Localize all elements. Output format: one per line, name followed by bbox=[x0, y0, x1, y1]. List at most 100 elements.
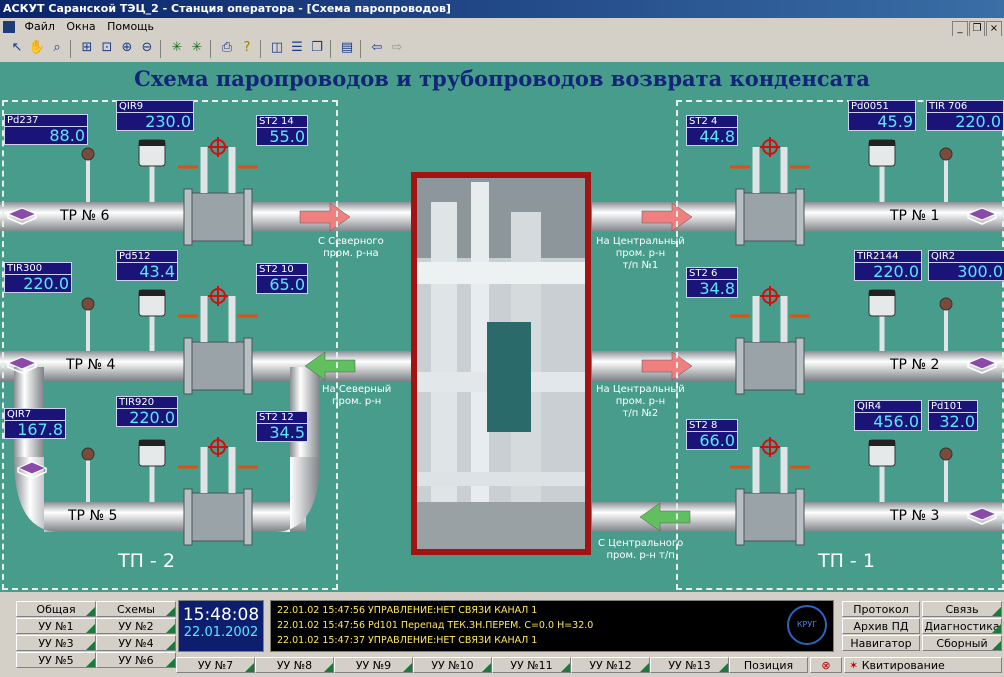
green-marker-icon bbox=[719, 663, 728, 672]
green-marker-icon bbox=[166, 624, 175, 633]
zoom-actual-icon[interactable]: ⊞ bbox=[78, 39, 96, 57]
zoom-out-icon[interactable]: ⊖ bbox=[138, 39, 156, 57]
sensor-value-tir706[interactable]: 220.0 bbox=[926, 112, 1004, 131]
tool-a-icon[interactable]: ✳ bbox=[168, 39, 186, 57]
green-marker-icon bbox=[86, 607, 95, 616]
uu-button-2[interactable]: УУ №8 bbox=[255, 657, 334, 673]
uu-button-6[interactable]: УУ №12 bbox=[571, 657, 650, 673]
uu-button-8[interactable]: Позиция bbox=[729, 657, 808, 673]
system-button-1[interactable]: Протокол bbox=[842, 601, 920, 617]
tile-horizontal-icon[interactable]: ☰ bbox=[288, 39, 306, 57]
sensor-value-st210[interactable]: 65.0 bbox=[256, 275, 308, 294]
green-marker-icon bbox=[403, 663, 412, 672]
flow-label-4: На Центральный пром. р-н т/п №2 bbox=[596, 384, 685, 420]
nav-button-6[interactable]: УУ №4 bbox=[96, 635, 176, 651]
pipe-label-tr4: ТР № 4 bbox=[66, 357, 116, 373]
pointer-icon[interactable]: ↖ bbox=[8, 39, 26, 57]
nav-button-8[interactable]: УУ №6 bbox=[96, 652, 176, 668]
sensor-value-pd101[interactable]: 32.0 bbox=[928, 412, 978, 431]
sensor-value-qir9[interactable]: 230.0 bbox=[116, 112, 194, 131]
system-button-2[interactable]: Связь bbox=[922, 601, 1002, 617]
flow-label-line: пром. р-на bbox=[323, 248, 379, 259]
help-icon[interactable]: ? bbox=[238, 39, 256, 57]
sensor-value-qir7[interactable]: 167.8 bbox=[4, 420, 66, 439]
toolbar: ↖ ✋ ⌕ ⊞ ⊡ ⊕ ⊖ ✳ ✳ ⎙ ? ◫ ☰ ❐ ▤ ⇦ ⇨ bbox=[0, 36, 1004, 63]
sensor-value-st24[interactable]: 44.8 bbox=[686, 127, 738, 146]
tool-b-icon[interactable]: ✳ bbox=[188, 39, 206, 57]
sensor-value-st26[interactable]: 34.8 bbox=[686, 279, 738, 298]
sensor-value-pd237[interactable]: 88.0 bbox=[4, 126, 88, 145]
menu-file[interactable]: Файл bbox=[21, 18, 59, 36]
window-list-icon[interactable]: ▤ bbox=[338, 39, 356, 57]
system-button-label: Архив ПД bbox=[853, 620, 909, 633]
nav-button-2[interactable]: Схемы bbox=[96, 601, 176, 617]
menu-windows[interactable]: Окна bbox=[62, 18, 99, 36]
status-bar: Общая Схемы УУ №1 УУ №2 УУ №3 УУ №4 УУ №5 УУ №6… bbox=[0, 592, 1004, 677]
sensor-value-qir4[interactable]: 456.0 bbox=[854, 412, 922, 431]
uu-button-7[interactable]: УУ №13 bbox=[650, 657, 729, 673]
sensor-value-tir2144[interactable]: 220.0 bbox=[854, 262, 922, 281]
menu-help[interactable]: Помощь bbox=[103, 18, 158, 36]
system-button-label: Диагностика bbox=[924, 620, 1000, 633]
sensor-value-st212[interactable]: 34.5 bbox=[256, 423, 308, 442]
sound-off-button[interactable]: ⊗ bbox=[810, 657, 842, 673]
sensor-value-pd512[interactable]: 43.4 bbox=[116, 262, 178, 281]
sensor-value-tir920[interactable]: 220.0 bbox=[116, 408, 178, 427]
pipe-label-tr6: ТР № 6 bbox=[60, 208, 110, 224]
nav-button-5[interactable]: УУ №3 bbox=[16, 635, 96, 651]
sensor-value-tir300[interactable]: 220.0 bbox=[4, 274, 72, 293]
flow-label-line: пром. р-н bbox=[615, 248, 666, 259]
pan-icon[interactable]: ✋ bbox=[28, 39, 46, 57]
flow-label-line: пром. р-н т/п bbox=[606, 550, 675, 561]
green-marker-icon bbox=[166, 607, 175, 616]
nav-button-3[interactable]: УУ №1 bbox=[16, 618, 96, 634]
nav-button-4[interactable]: УУ №2 bbox=[96, 618, 176, 634]
sensor-value-pd0051[interactable]: 45.9 bbox=[848, 112, 916, 131]
uu-button-3[interactable]: УУ №9 bbox=[334, 657, 413, 673]
acknowledge-button[interactable]: ✶ Квитирование bbox=[844, 657, 1002, 673]
flow-label-line: С Северного bbox=[318, 236, 384, 247]
nav-button-7[interactable]: УУ №5 bbox=[16, 652, 96, 668]
zone-label-tp2: ТП - 2 bbox=[118, 550, 175, 572]
pipe-label-tr1: ТР № 1 bbox=[890, 208, 940, 224]
uu-button-4[interactable]: УУ №10 bbox=[413, 657, 492, 673]
magnifier-icon[interactable]: ⌕ bbox=[48, 39, 66, 57]
flow-label-line: пром. р-н bbox=[615, 396, 666, 407]
zoom-fit-icon[interactable]: ⊡ bbox=[98, 39, 116, 57]
restore-button[interactable]: ❐ bbox=[969, 21, 985, 37]
app-icon[interactable] bbox=[3, 21, 15, 33]
nav-button-label: УУ №3 bbox=[38, 637, 74, 650]
nav-button-label: УУ №1 bbox=[38, 620, 74, 633]
close-button[interactable]: × bbox=[986, 21, 1002, 37]
uu-button-1[interactable]: УУ №7 bbox=[176, 657, 255, 673]
nav-button-label: УУ №4 bbox=[118, 637, 154, 650]
system-button-5[interactable]: Навигатор bbox=[842, 635, 920, 651]
sensor-value-st214[interactable]: 55.0 bbox=[256, 127, 308, 146]
uu-button-label: УУ №7 bbox=[197, 659, 234, 672]
sensor-value-st28[interactable]: 66.0 bbox=[686, 431, 738, 450]
forward-arrow-icon[interactable]: ⇨ bbox=[388, 39, 406, 57]
uu-button-label: УУ №8 bbox=[276, 659, 313, 672]
acknowledge-label: Квитирование bbox=[861, 659, 945, 672]
clock-panel: 15:48:08 22.01.2002 bbox=[178, 600, 264, 652]
print-icon[interactable]: ⎙ bbox=[218, 39, 236, 57]
system-button-4[interactable]: Диагностика bbox=[922, 618, 1002, 634]
cascade-icon[interactable]: ❐ bbox=[308, 39, 326, 57]
uu-button-label: УУ №9 bbox=[355, 659, 392, 672]
uu-button-label: УУ №13 bbox=[668, 659, 711, 672]
back-arrow-icon[interactable]: ⇦ bbox=[368, 39, 386, 57]
message-log: 22.01.02 15:47:56 УПРАВЛЕНИЕ:НЕТ СВЯЗИ К… bbox=[270, 600, 834, 652]
flow-label-line: т/п №1 bbox=[622, 260, 659, 271]
minimize-button[interactable]: _ bbox=[952, 21, 968, 37]
system-button-3[interactable]: Архив ПД bbox=[842, 618, 920, 634]
pipe-label-tr2: ТР № 2 bbox=[890, 357, 940, 373]
sensor-value-qir2[interactable]: 300.0 bbox=[928, 262, 1004, 281]
window-titlebar: АСКУТ Саранской ТЭЦ_2 - Станция оператор… bbox=[0, 0, 1004, 18]
zoom-in-icon[interactable]: ⊕ bbox=[118, 39, 136, 57]
tile-vertical-icon[interactable]: ◫ bbox=[268, 39, 286, 57]
system-button-6[interactable]: Сборный bbox=[922, 635, 1002, 651]
uu-button-label: УУ №10 bbox=[431, 659, 474, 672]
uu-button-5[interactable]: УУ №11 bbox=[492, 657, 571, 673]
nav-button-1[interactable]: Общая bbox=[16, 601, 96, 617]
schema-canvas: Схема паропроводов и трубопроводов возвр… bbox=[0, 62, 1004, 592]
